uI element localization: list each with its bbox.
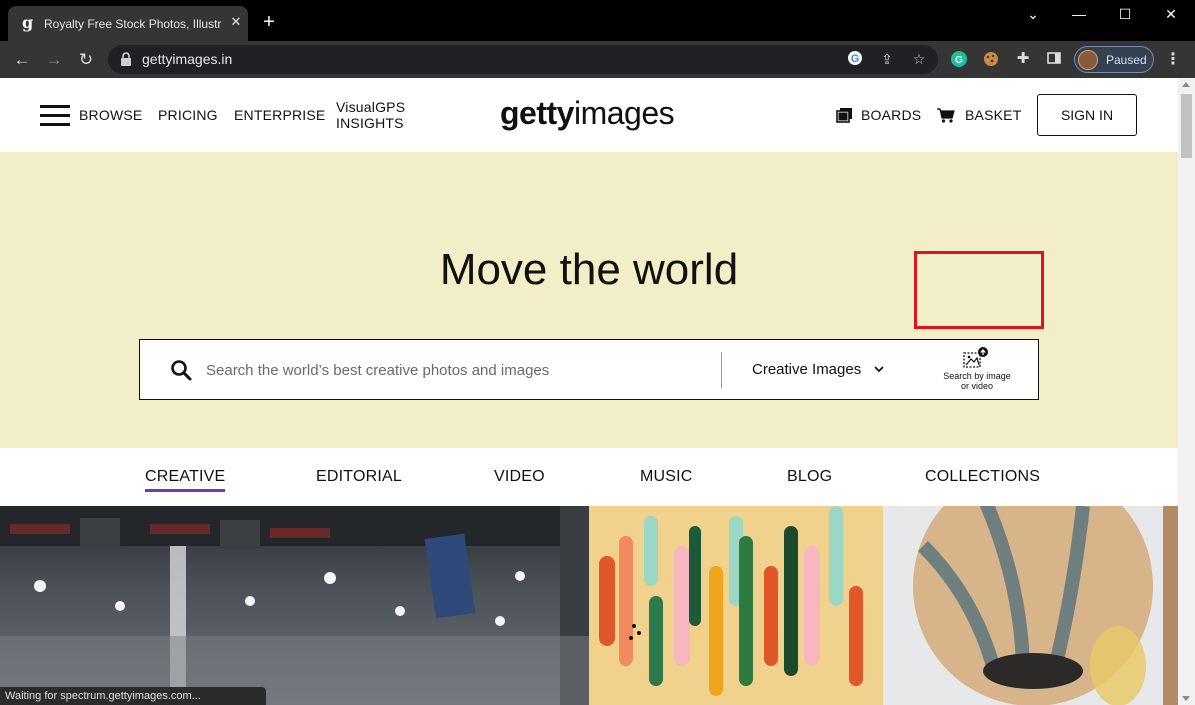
cart-icon [937, 108, 955, 123]
address-bar[interactable]: gettyimages.in G ⇪ ☆ [108, 45, 938, 74]
tab-blog[interactable]: BLOG [787, 468, 832, 486]
search-icon[interactable] [170, 359, 192, 381]
svg-text:G: G [955, 55, 963, 66]
url-text: gettyimages.in [142, 51, 233, 67]
grammarly-icon[interactable]: G [950, 50, 968, 68]
extensions-puzzle-icon[interactable]: ✚ [1014, 50, 1032, 68]
nav-visualgps-line1: VisualGPS [336, 99, 406, 115]
browser-tab[interactable]: g Royalty Free Stock Photos, Illustratio… [8, 6, 248, 41]
gallery-image-abstract-paint[interactable] [589, 506, 883, 705]
avatar [1078, 50, 1098, 70]
gallery-image-hot-air-balloons[interactable] [883, 506, 1178, 705]
tab-close-icon[interactable]: ✕ [228, 14, 244, 30]
forward-icon[interactable]: → [42, 48, 66, 72]
search-input[interactable] [206, 354, 706, 386]
side-panel-icon[interactable] [1045, 50, 1063, 68]
basket-link[interactable]: BASKET [965, 107, 1021, 124]
profile-status: Paused [1106, 53, 1147, 67]
nav-visualgps-insights[interactable]: VisualGPS INSIGHTS [336, 99, 405, 131]
bookmark-star-icon[interactable]: ☆ [910, 50, 928, 68]
logo-light: images [573, 95, 675, 131]
gettyimages-logo[interactable]: gettyimages [500, 94, 675, 132]
page-scrollbar[interactable] [1178, 78, 1195, 705]
reload-icon[interactable]: ↻ [74, 48, 98, 72]
tab-creative[interactable]: CREATIVE [145, 468, 226, 492]
browser-menu-icon[interactable]: ⋮ [1163, 50, 1183, 70]
tab-video[interactable]: VIDEO [494, 468, 545, 486]
boards-link[interactable]: BOARDS [861, 107, 921, 124]
profile-button[interactable]: Paused [1074, 46, 1154, 73]
getty-favicon-icon: g [22, 13, 34, 32]
browser-status-bar: Waiting for spectrum.gettyimages.com... [0, 687, 266, 705]
vs-label-line1: Search by image [943, 371, 1011, 381]
back-icon[interactable]: ← [10, 48, 34, 72]
nav-visualgps-line2: INSIGHTS [336, 115, 404, 131]
svg-text:G: G [851, 53, 860, 65]
image-gallery [0, 506, 1178, 705]
browser-toolbar: ← → ↻ gettyimages.in G ⇪ ☆ G ✚ Paused ⋮ [0, 41, 1195, 78]
share-icon[interactable]: ⇪ [878, 50, 896, 68]
tab-title: Royalty Free Stock Photos, Illustrations [44, 17, 222, 31]
gallery-image-arena[interactable] [0, 506, 589, 705]
search-bar: Creative Images Search by image or video [139, 339, 1039, 400]
google-icon[interactable]: G [846, 50, 864, 68]
search-divider [721, 352, 722, 388]
logo-bold: getty [500, 95, 574, 131]
nav-enterprise[interactable]: ENTERPRISE [234, 107, 325, 124]
search-by-image-highlight [914, 251, 1044, 329]
cookie-icon[interactable] [982, 50, 1000, 68]
tab-editorial[interactable]: EDITORIAL [316, 468, 402, 486]
image-upload-icon [963, 347, 988, 368]
vs-label-line2: or video [960, 381, 994, 391]
scroll-down-icon[interactable] [1182, 696, 1190, 701]
hamburger-menu-icon[interactable] [40, 105, 70, 127]
minimize-icon[interactable]: — [1056, 3, 1102, 25]
maximize-icon[interactable]: ☐ [1102, 3, 1148, 25]
browser-titlebar: g Royalty Free Stock Photos, Illustratio… [0, 0, 1195, 41]
search-type-dropdown[interactable]: Creative Images [752, 360, 861, 380]
search-by-image-button[interactable]: Search by image or video [917, 346, 1037, 396]
scroll-thumb[interactable] [1181, 94, 1192, 158]
nav-browse[interactable]: BROWSE [79, 107, 142, 124]
site-header: BROWSE PRICING ENTERPRISE VisualGPS INSI… [0, 78, 1178, 152]
tab-music[interactable]: MUSIC [640, 468, 693, 486]
close-window-icon[interactable]: ✕ [1148, 3, 1194, 25]
webpage: BROWSE PRICING ENTERPRISE VisualGPS INSI… [0, 78, 1178, 705]
content-type-tabs: CREATIVE EDITORIAL VIDEO MUSIC BLOG COLL… [0, 448, 1178, 506]
tab-collections[interactable]: COLLECTIONS [925, 468, 1040, 486]
search-by-image-label: Search by image or video [917, 371, 1037, 391]
chevron-down-icon[interactable] [874, 364, 884, 374]
boards-icon [836, 108, 852, 123]
lock-icon [121, 52, 131, 66]
tab-search-chevron-icon[interactable]: ⌄ [1010, 3, 1056, 25]
nav-pricing[interactable]: PRICING [158, 107, 218, 124]
scroll-up-icon[interactable] [1182, 82, 1190, 87]
new-tab-icon[interactable]: + [259, 12, 279, 32]
sign-in-button[interactable]: SIGN IN [1037, 94, 1137, 136]
